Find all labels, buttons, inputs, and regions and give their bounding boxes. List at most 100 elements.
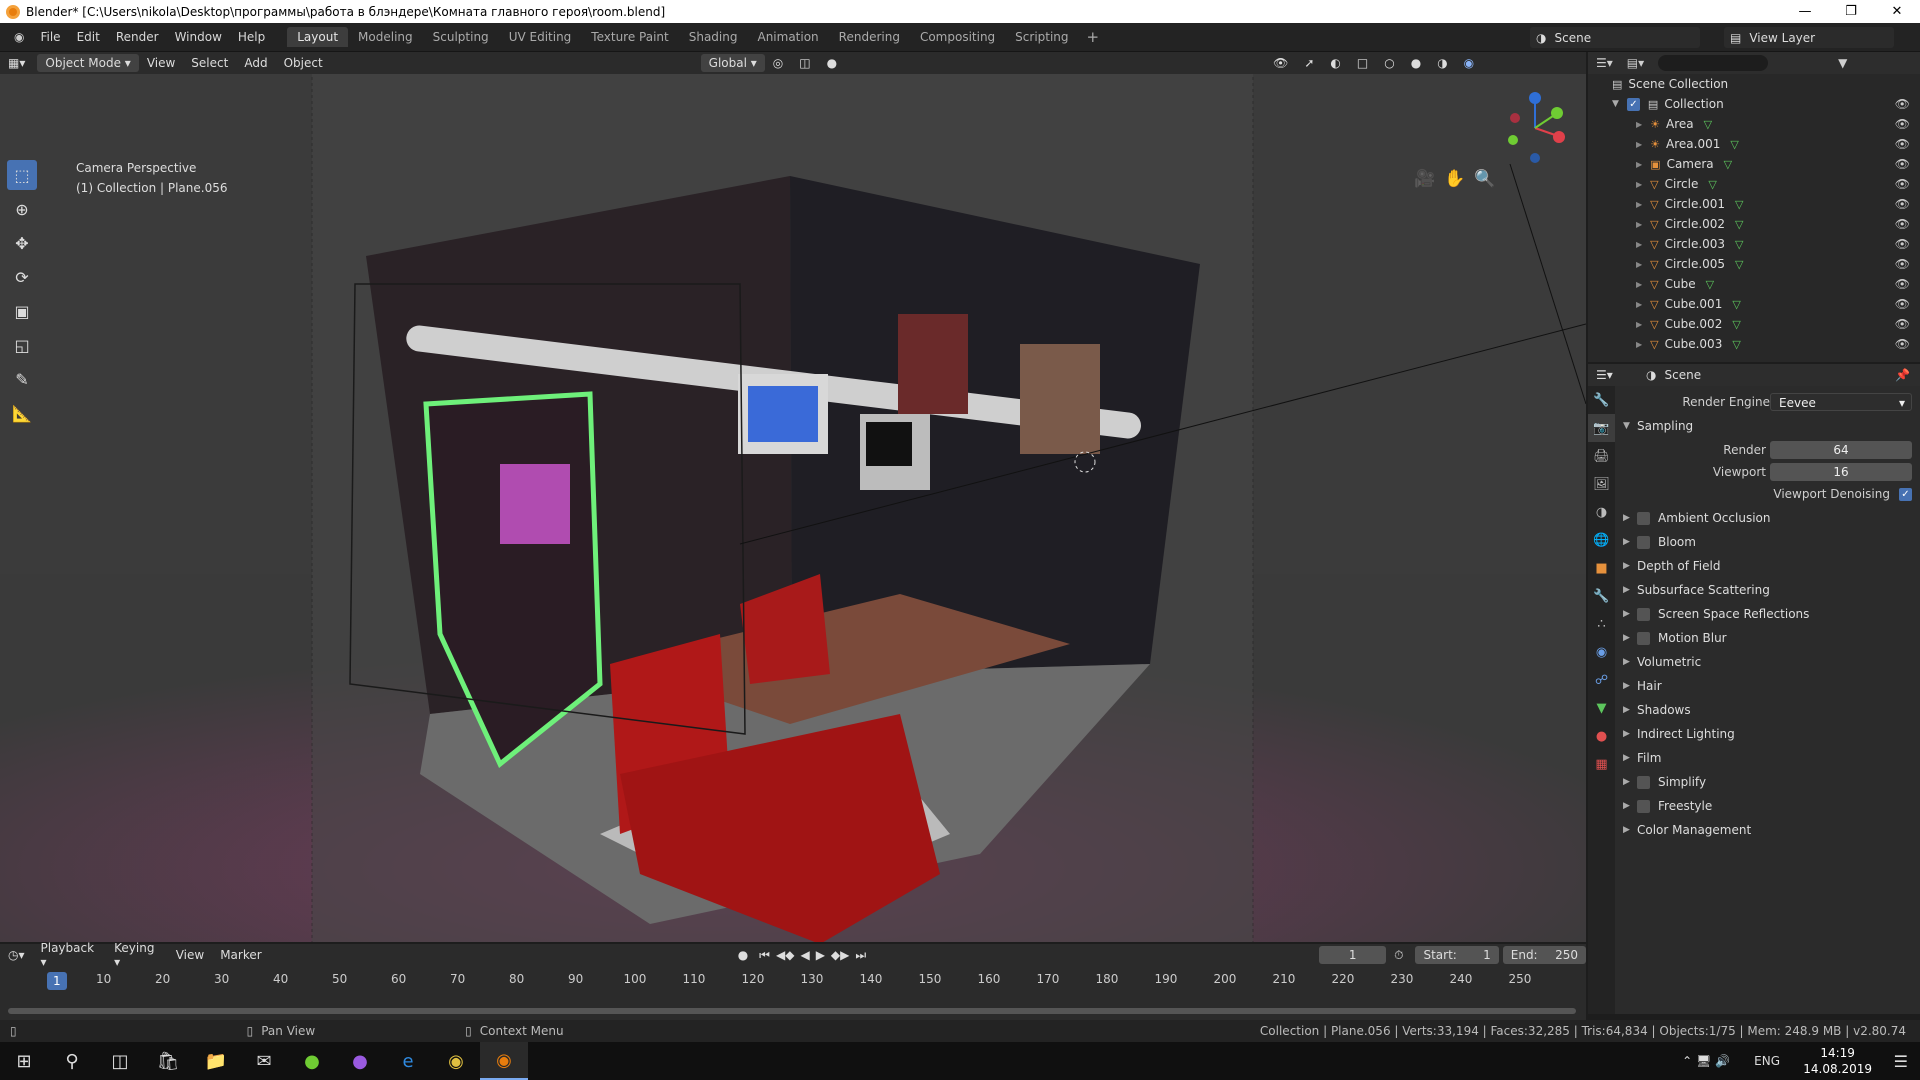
start-frame-field[interactable]: Start: 1 [1415, 946, 1499, 964]
tab-sculpting[interactable]: Sculpting [423, 27, 499, 47]
cursor-icon[interactable]: ⊕ [7, 194, 37, 224]
tab-texture-paint[interactable]: Texture Paint [581, 27, 678, 47]
tab-shading[interactable]: Shading [679, 27, 748, 47]
panel-collapsed[interactable]: ▶ Hair [1617, 674, 1920, 698]
tab-scripting[interactable]: Scripting [1005, 27, 1078, 47]
viewport-samples-field[interactable]: 16 [1770, 463, 1912, 481]
menu-view[interactable]: View [139, 56, 183, 70]
outliner-item[interactable]: ▶ ▽ Cube ▽ 👁 [1588, 274, 1920, 294]
panel-collapsed[interactable]: ▶ Screen Space Reflections [1617, 602, 1920, 626]
app-purple-icon[interactable]: ● [336, 1042, 384, 1080]
view-layer-selector[interactable]: ▤ View Layer [1724, 27, 1894, 48]
world-tab-icon[interactable]: 🌐 [1588, 526, 1615, 554]
viewport-denoising-checkbox[interactable]: ✓ [1899, 487, 1912, 501]
view-layer-tab-icon[interactable]: 🖼 [1588, 470, 1615, 498]
expand-icon[interactable]: ▶ [1636, 180, 1642, 189]
snap-icon[interactable]: ◫ [791, 56, 818, 70]
scale-icon[interactable]: ▣ [7, 296, 37, 326]
play-icon[interactable]: ▶ [813, 948, 828, 962]
select-box-icon[interactable]: ⬚ [7, 160, 37, 190]
visibility-eye-icon[interactable]: 👁 [1895, 197, 1910, 211]
expand-icon[interactable]: ▶ [1636, 160, 1642, 169]
task-view-icon[interactable]: ◫ [96, 1042, 144, 1080]
panel-collapsed[interactable]: ▶ Ambient Occlusion [1617, 506, 1920, 530]
object-data-icon[interactable]: ▽ [1708, 178, 1716, 191]
overlay-icon[interactable]: ◐ [1322, 56, 1348, 70]
axis-gizmo[interactable] [1500, 88, 1570, 168]
panel-collapsed[interactable]: ▶ Indirect Lighting [1617, 722, 1920, 746]
menu-render[interactable]: Render [108, 30, 167, 44]
outliner-collection[interactable]: ▼ ✓ ▤ Collection 👁 [1588, 94, 1920, 114]
expand-icon[interactable]: ▶ [1636, 320, 1642, 329]
object-data-icon[interactable]: ▽ [1735, 238, 1743, 251]
object-data-icon[interactable]: ▽ [1704, 118, 1712, 131]
visibility-eye-icon[interactable]: 👁 [1895, 317, 1910, 331]
tool-tab-icon[interactable]: 🔧 [1588, 386, 1615, 414]
outliner-item[interactable]: ▶ ▽ Cube.001 ▽ 👁 [1588, 294, 1920, 314]
object-data-icon[interactable]: ▽ [1730, 138, 1738, 151]
physics-tab-icon[interactable]: ◉ [1588, 638, 1615, 666]
outliner-item[interactable]: ▶ ▽ Cube.003 ▽ 👁 [1588, 334, 1920, 354]
xray-icon[interactable]: □ [1349, 56, 1376, 70]
panel-collapsed[interactable]: ▶ Subsurface Scattering [1617, 578, 1920, 602]
constraints-tab-icon[interactable]: ☍ [1588, 666, 1615, 694]
3d-viewport[interactable]: ⬚ ⊕ ✥ ⟳ ▣ ◱ ✎ 📐 Camera Perspective (1) C… [0, 74, 1586, 942]
menu-window[interactable]: Window [167, 30, 230, 44]
menu-marker[interactable]: Marker [212, 948, 269, 962]
visibility-eye-icon[interactable]: 👁 [1895, 157, 1910, 171]
material-tab-icon[interactable]: ● [1588, 722, 1615, 750]
current-frame-field[interactable]: 1 [1319, 946, 1387, 964]
rendered-shading-icon[interactable]: ◉ [1456, 56, 1482, 70]
file-explorer-icon[interactable]: 📁 [192, 1042, 240, 1080]
visibility-eye-icon[interactable]: 👁 [1895, 297, 1910, 311]
panel-collapsed[interactable]: ▶ Simplify [1617, 770, 1920, 794]
collection-checkbox[interactable]: ✓ [1626, 97, 1640, 111]
clock[interactable]: 14:19 14.08.2019 [1803, 1045, 1872, 1077]
properties-editor-icon[interactable]: ☰▾ [1596, 368, 1613, 382]
pin-icon[interactable]: 📌 [1895, 368, 1910, 382]
menu-file[interactable]: File [32, 30, 68, 44]
panel-enable-checkbox[interactable] [1637, 631, 1650, 645]
panel-enable-checkbox[interactable] [1637, 607, 1650, 621]
menu-help[interactable]: Help [230, 30, 273, 44]
panel-collapsed[interactable]: ▶ Color Management [1617, 818, 1920, 842]
expand-icon[interactable]: ▶ [1636, 200, 1642, 209]
mode-selector[interactable]: Object Mode ▾ [37, 54, 139, 72]
visibility-eye-icon[interactable]: 👁 [1895, 337, 1910, 351]
visibility-eye-icon[interactable]: 👁 [1895, 277, 1910, 291]
menu-edit[interactable]: Edit [69, 30, 108, 44]
next-keyframe-icon[interactable]: ◆▶ [828, 948, 852, 962]
search-icon[interactable]: ⚲ [48, 1042, 96, 1080]
zoom-icon[interactable]: 🔍 [1472, 166, 1498, 192]
tab-compositing[interactable]: Compositing [910, 27, 1005, 47]
tab-animation[interactable]: Animation [747, 27, 828, 47]
menu-keying[interactable]: Keying ▾ [106, 941, 168, 969]
tab-rendering[interactable]: Rendering [829, 27, 910, 47]
expand-icon[interactable]: ▶ [1636, 300, 1642, 309]
outliner-item[interactable]: ▶ ▽ Circle.002 ▽ 👁 [1588, 214, 1920, 234]
prev-keyframe-icon[interactable]: ◀◆ [773, 948, 797, 962]
frame-ruler[interactable]: 1 10 20 30 40 50 60 70 80 90 100 110 120 130 140 150 16… [0, 972, 1586, 992]
particles-tab-icon[interactable]: ∴ [1588, 610, 1615, 638]
visibility-eye-icon[interactable]: 👁 [1895, 237, 1910, 251]
outliner-item[interactable]: ▶ ▽ Circle.001 ▽ 👁 [1588, 194, 1920, 214]
tray-icons[interactable]: ⌃ 🖥 🔊 [1682, 1054, 1730, 1068]
rotate-icon[interactable]: ⟳ [7, 262, 37, 292]
expand-icon[interactable]: ▶ [1636, 340, 1642, 349]
menu-playback[interactable]: Playback ▾ [33, 941, 107, 969]
mail-icon[interactable]: ✉ [240, 1042, 288, 1080]
outliner-item[interactable]: ▶ ▽ Circle.003 ▽ 👁 [1588, 234, 1920, 254]
visibility-eye-icon[interactable]: 👁 [1895, 177, 1910, 191]
expand-icon[interactable]: ▶ [1636, 220, 1642, 229]
menu-timeline-view[interactable]: View [168, 948, 212, 962]
jump-end-icon[interactable]: ⏭ [852, 948, 869, 963]
pivot-icon[interactable]: ◎ [765, 56, 791, 70]
display-mode-icon[interactable]: ▤▾ [1627, 56, 1644, 70]
outliner-item[interactable]: ▶ ☀ Area ▽ 👁 [1588, 114, 1920, 134]
transform-orientation-selector[interactable]: Global ▾ [700, 54, 765, 72]
visibility-eye-icon[interactable]: 👁 [1895, 257, 1910, 271]
tab-uv-editing[interactable]: UV Editing [499, 27, 582, 47]
outliner-item[interactable]: ▶ ▽ Cube.002 ▽ 👁 [1588, 314, 1920, 334]
expand-icon[interactable]: ▶ [1636, 260, 1642, 269]
restore-icon[interactable]: ❐ [1828, 0, 1874, 23]
